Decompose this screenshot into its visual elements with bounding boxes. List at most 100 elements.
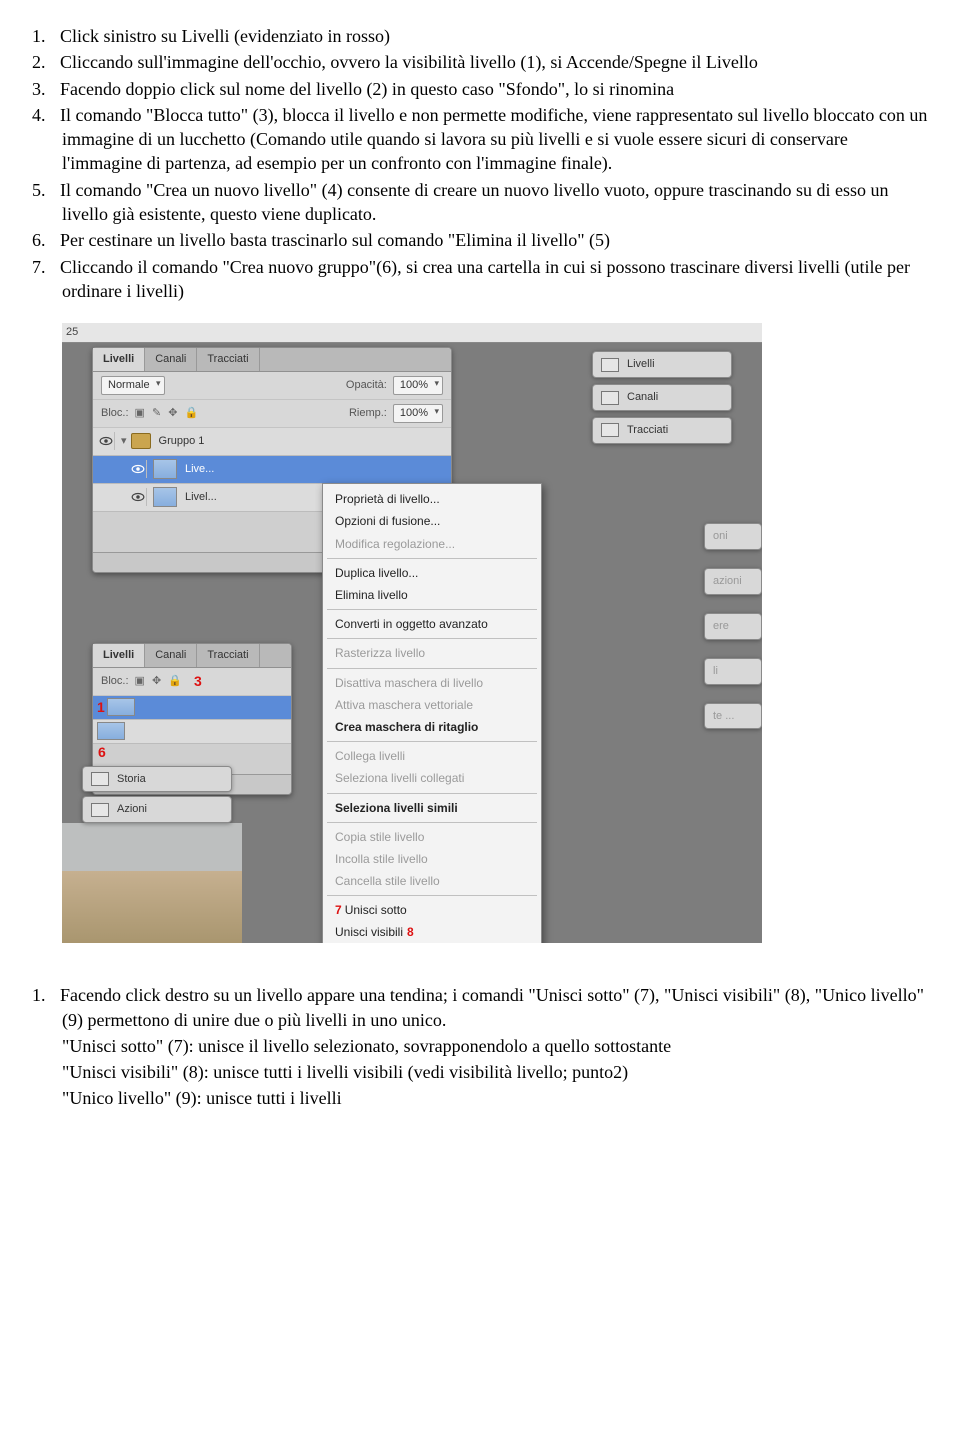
pill-label: Tracciati (627, 423, 668, 438)
pill-label: Canali (627, 390, 658, 405)
menu-item-label: Duplica livello... (335, 566, 418, 580)
menu-item-label: Proprietà di livello... (335, 492, 440, 506)
menu-item-label: Cancella stile livello (335, 874, 440, 888)
folder-icon (131, 433, 151, 449)
mini-panel-tabs: Livelli Canali Tracciati (93, 644, 291, 668)
pill-label: oni (713, 529, 728, 544)
tab-tracciati[interactable]: Tracciati (197, 644, 259, 667)
context-menu-item: Copia stile livello (323, 826, 541, 848)
list-continuation: "Unico livello" (9): unisce tutti i live… (32, 1086, 928, 1110)
fill-value[interactable]: 100% (393, 404, 443, 423)
menu-item-label: Opzioni di fusione... (335, 514, 440, 528)
context-menu-item[interactable]: Unisci visibili8 (323, 921, 541, 943)
eye-icon[interactable] (97, 432, 115, 450)
mini-layer-row[interactable] (93, 720, 291, 744)
menu-item-label: Attiva maschera vettoriale (335, 698, 473, 712)
menu-item-label: Modifica regolazione... (335, 537, 455, 551)
context-menu-item[interactable]: Proprietà di livello... (323, 488, 541, 510)
pill-azioni[interactable]: Azioni (82, 796, 232, 823)
context-menu-item[interactable]: Elimina livello (323, 584, 541, 606)
layer-name: Gruppo 1 (159, 434, 205, 449)
mini-layer-selected[interactable]: 1 (93, 696, 291, 720)
list-item: Click sinistro su Livelli (evidenziato i… (32, 24, 928, 48)
opacity-value[interactable]: 100% (393, 376, 443, 395)
canvas-image-fragment (62, 823, 242, 943)
list-continuation: "Unisci visibili" (8): unisce tutti i li… (32, 1060, 928, 1084)
channels-icon (601, 391, 619, 405)
pill-tracciati[interactable]: Tracciati (592, 417, 732, 444)
layer-thumbnail (153, 459, 177, 479)
context-menu-item[interactable]: 7Unisci sotto (323, 899, 541, 921)
eye-icon[interactable] (129, 488, 147, 506)
list-item: Cliccando sull'immagine dell'occhio, ovv… (32, 50, 928, 74)
pill-label: Livelli (627, 357, 655, 372)
ruler: 25 (62, 323, 762, 343)
callout-number: 8 (407, 925, 414, 939)
pill-cut[interactable]: ere (704, 613, 762, 640)
menu-item-label: Copia stile livello (335, 830, 424, 844)
instruction-list-top: Click sinistro su Livelli (evidenziato i… (32, 24, 928, 303)
menu-item-label: Disattiva maschera di livello (335, 676, 483, 690)
pill-label: te ... (713, 709, 734, 724)
pill-cut[interactable]: oni (704, 523, 762, 550)
layer-selected[interactable]: Live... (93, 456, 451, 484)
menu-divider (327, 668, 537, 669)
context-menu-item: Collega livelli (323, 745, 541, 767)
pill-canali[interactable]: Canali (592, 384, 732, 411)
menu-divider (327, 895, 537, 896)
layer-name: Livel... (185, 490, 217, 505)
blend-mode-select[interactable]: Normale (101, 376, 165, 395)
tab-canali[interactable]: Canali (145, 348, 197, 371)
layers-icon (601, 358, 619, 372)
layer-context-menu: Proprietà di livello... Opzioni di fusion… (322, 483, 542, 943)
lock-label: Bloc.: (101, 406, 129, 421)
tab-tracciati[interactable]: Tracciati (197, 348, 259, 371)
context-menu-item[interactable]: Crea maschera di ritaglio (323, 716, 541, 738)
context-menu-item: Modifica regolazione... (323, 533, 541, 555)
layer-thumbnail (107, 698, 135, 716)
context-menu-item[interactable]: Opzioni di fusione... (323, 510, 541, 532)
pill-label: li (713, 664, 718, 679)
callout-number: 7 (335, 903, 342, 917)
context-menu-item: Attiva maschera vettoriale (323, 694, 541, 716)
menu-divider (327, 638, 537, 639)
pill-label: ere (713, 619, 729, 634)
pill-livelli[interactable]: Livelli (592, 351, 732, 378)
list-item: Facendo click destro su un livello appar… (32, 983, 928, 1032)
context-menu-item: Rasterizza livello (323, 642, 541, 664)
tab-livelli[interactable]: Livelli (93, 348, 145, 371)
pill-label: Storia (117, 772, 146, 787)
blend-opacity-row: Normale Opacità: 100% (93, 372, 451, 400)
context-menu-item: Incolla stile livello (323, 848, 541, 870)
eye-icon[interactable] (129, 460, 147, 478)
context-menu-item[interactable]: Duplica livello... (323, 562, 541, 584)
mini-lock-row: Bloc.: ▣ ✥ 🔒 3 (93, 668, 291, 696)
context-menu-item[interactable]: Seleziona livelli simili (323, 797, 541, 819)
layer-group[interactable]: ▾ Gruppo 1 (93, 428, 451, 456)
pill-cut[interactable]: azioni (704, 568, 762, 595)
context-menu-item: Seleziona livelli collegati (323, 767, 541, 789)
menu-item-label: Rasterizza livello (335, 646, 425, 660)
tab-livelli[interactable]: Livelli (93, 644, 145, 667)
menu-item-label: Elimina livello (335, 588, 408, 602)
menu-divider (327, 793, 537, 794)
menu-item-label: Converti in oggetto avanzato (335, 617, 488, 631)
chevron-down-icon[interactable]: ▾ (121, 434, 127, 449)
opacity-label: Opacità: (346, 378, 387, 393)
pill-cut[interactable]: te ... (704, 703, 762, 730)
lock-label: Bloc.: (101, 674, 129, 689)
instruction-list-bottom: Facendo click destro su un livello appar… (32, 983, 928, 1032)
pill-label: Azioni (117, 802, 147, 817)
context-menu-item[interactable]: Converti in oggetto avanzato (323, 613, 541, 635)
layer-name: Live... (185, 462, 214, 477)
menu-divider (327, 822, 537, 823)
callout-6: 6 (98, 743, 106, 762)
layer-thumbnail (153, 487, 177, 507)
cutoff-pill-column: oni azioni ere li te ... (704, 523, 762, 729)
lock-icons[interactable]: ▣ ✥ 🔒 (135, 674, 184, 689)
paths-icon (601, 423, 619, 437)
pill-cut[interactable]: li (704, 658, 762, 685)
pill-storia[interactable]: Storia (82, 766, 232, 793)
tab-canali[interactable]: Canali (145, 644, 197, 667)
lock-icons[interactable]: ▣ ✎ ✥ 🔒 (135, 406, 201, 421)
